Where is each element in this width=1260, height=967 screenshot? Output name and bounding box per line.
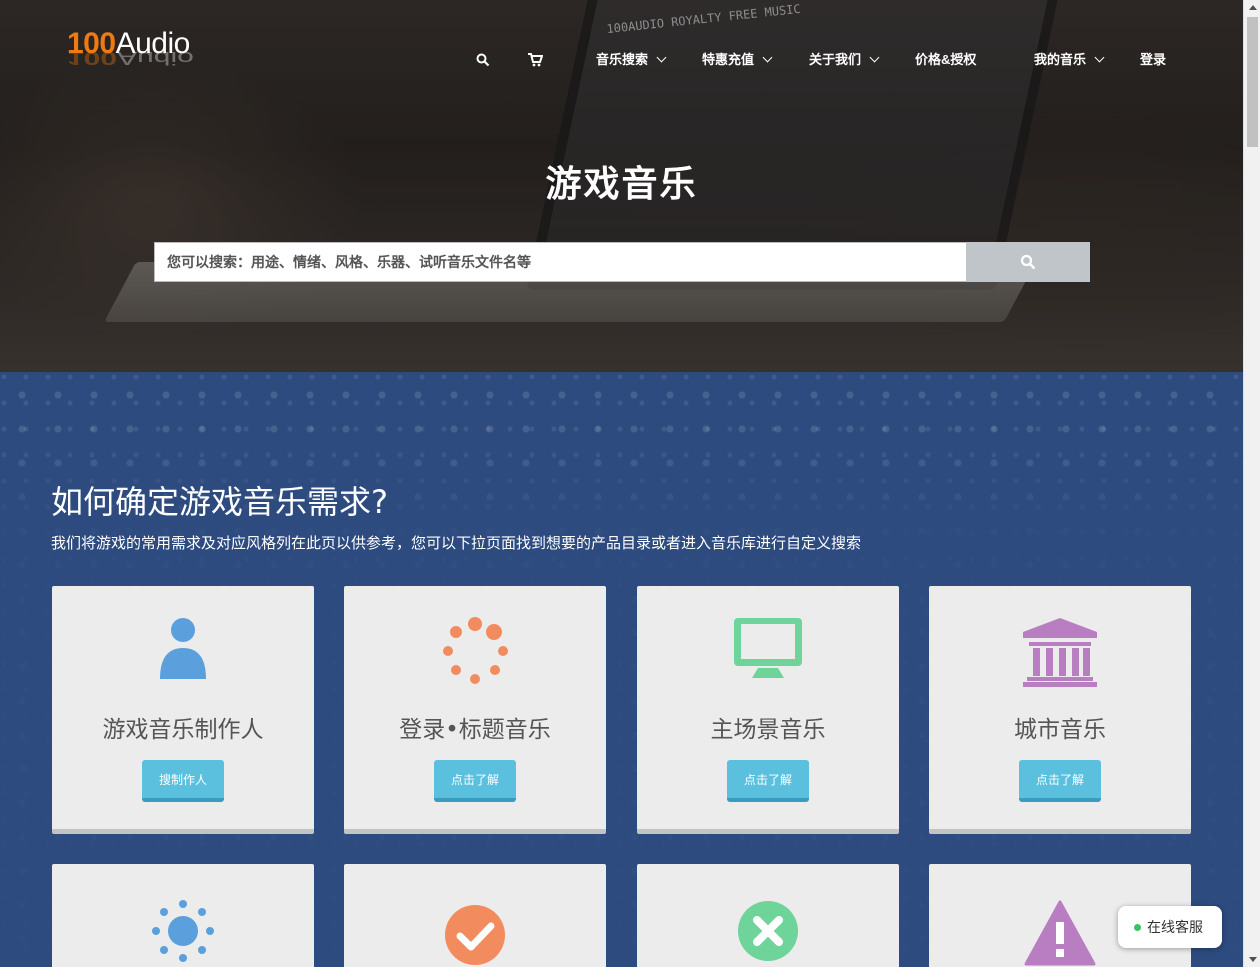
content-section: 如何确定游戏音乐需求? 我们将游戏的常用需求及对应风格列在此页以供参考，您可以下… — [0, 372, 1243, 967]
online-status-dot — [1134, 923, 1141, 931]
card-row2-2 — [344, 864, 606, 967]
nav-item-my-music[interactable]: 我的音乐 — [1034, 48, 1105, 72]
nav-item-recharge[interactable]: 特惠充值 — [702, 48, 773, 72]
section-subtitle: 我们将游戏的常用需求及对应风格列在此页以供参考，您可以下拉页面找到想要的产品目录… — [51, 534, 862, 552]
hero-banner: 100AUDIO ROYALTY FREE MUSIC 100Audio 100… — [0, 0, 1243, 372]
main-nav: 音乐搜索 特惠充值 关于我们 价格&授权 我的音乐 登录 — [0, 48, 1243, 72]
card-title: 游戏音乐制作人 — [102, 717, 264, 743]
chevron-down-icon — [656, 52, 667, 63]
search-icon[interactable] — [476, 52, 492, 68]
chevron-down-icon — [869, 52, 880, 63]
search-input[interactable] — [154, 242, 966, 282]
sun-icon — [52, 898, 314, 967]
nav-item-music-search[interactable]: 音乐搜索 — [596, 48, 667, 72]
search-bar — [154, 242, 1090, 282]
search-button[interactable] — [966, 242, 1090, 282]
nav-item-login[interactable]: 登录 — [1140, 48, 1166, 72]
card-main-scene: 主场景音乐 点击了解 — [637, 586, 899, 834]
spinner-icon — [344, 616, 606, 696]
nav-item-about[interactable]: 关于我们 — [809, 48, 880, 72]
close-circle-icon — [637, 900, 899, 967]
chevron-down-icon — [762, 52, 773, 63]
card-title-music: 登录•标题音乐 点击了解 — [344, 586, 606, 834]
card-title: 登录•标题音乐 — [399, 717, 551, 743]
cart-icon[interactable] — [528, 52, 544, 68]
nav-item-pricing[interactable]: 价格&授权 — [915, 48, 976, 72]
online-service-button[interactable]: 在线客服 — [1118, 906, 1222, 948]
bank-icon — [929, 616, 1191, 696]
scroll-up-icon[interactable] — [1249, 5, 1257, 10]
card-title: 主场景音乐 — [710, 717, 826, 743]
section-title: 如何确定游戏音乐需求? — [51, 483, 388, 521]
learn-more-button[interactable]: 点击了解 — [727, 760, 809, 802]
learn-more-button[interactable]: 点击了解 — [1019, 760, 1101, 802]
scrollbar-thumb[interactable] — [1247, 17, 1258, 147]
chevron-down-icon — [1094, 52, 1105, 63]
card-city-music: 城市音乐 点击了解 — [929, 586, 1191, 834]
online-service-label: 在线客服 — [1147, 920, 1203, 936]
scroll-down-icon[interactable] — [1249, 957, 1257, 962]
vertical-scrollbar[interactable] — [1243, 0, 1260, 967]
check-circle-icon — [344, 904, 606, 967]
search-icon — [1020, 254, 1036, 270]
learn-more-button[interactable]: 点击了解 — [434, 760, 516, 802]
user-icon — [52, 616, 314, 696]
card-row2-3 — [637, 864, 899, 967]
search-producer-button[interactable]: 搜制作人 — [142, 760, 224, 802]
card-producer: 游戏音乐制作人 搜制作人 — [52, 586, 314, 834]
page-title: 游戏音乐 — [545, 164, 698, 205]
monitor-icon — [637, 616, 899, 696]
card-title: 城市音乐 — [1014, 717, 1106, 743]
card-row2-1 — [52, 864, 314, 967]
